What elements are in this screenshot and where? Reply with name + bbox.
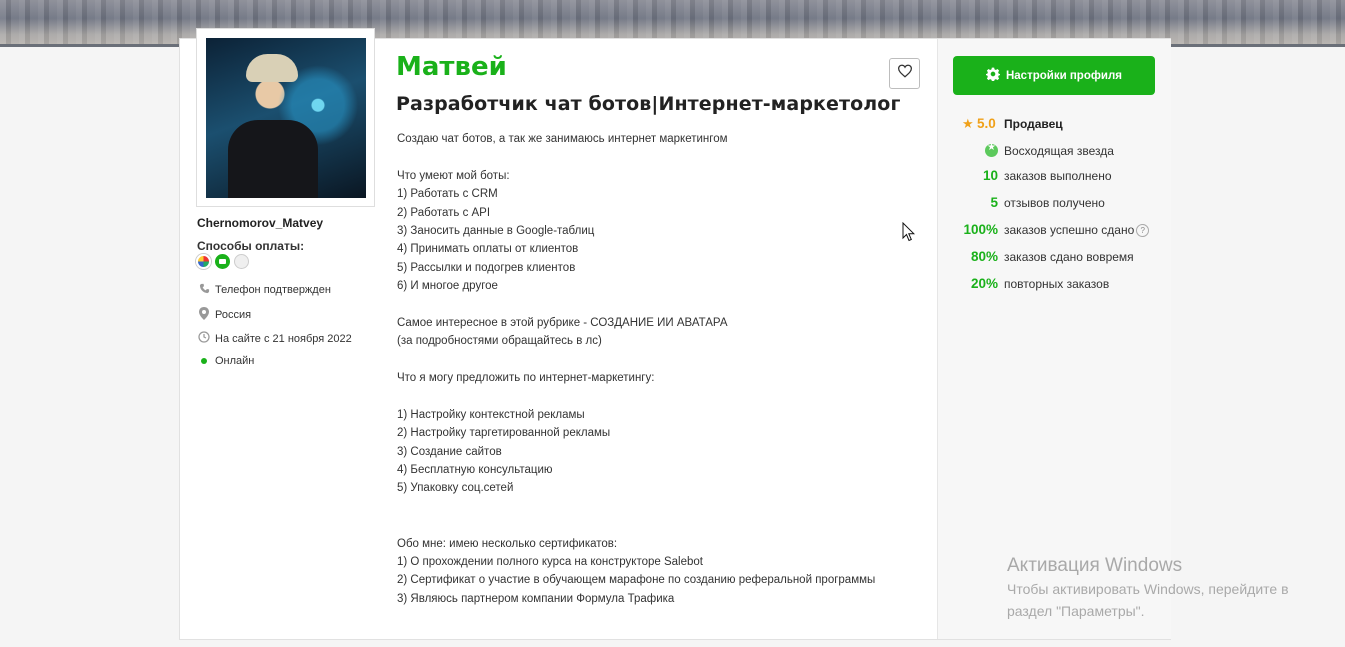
stat-value: 10 [982, 168, 998, 183]
rating-row: ★ 5.0 Продавец [953, 116, 1163, 134]
description-line: 2) Настройку таргетированной рекламы [397, 427, 611, 440]
windows-activation-watermark: Активация Windows Чтобы активировать Win… [1007, 555, 1289, 621]
stat-value: 100% [963, 222, 998, 237]
description-line: 6) И многое другое [397, 280, 498, 293]
description-line: 1) Настройку контекстной рекламы [397, 408, 585, 421]
description-line: 5) Упаковку соц.сетей [397, 482, 514, 495]
description-line: Самое интересное в этой рубрике - СОЗДАН… [397, 316, 728, 329]
stat-label: отзывов получено [1004, 196, 1105, 210]
description-line: Создаю чат ботов, а так же занимаюсь инт… [397, 133, 728, 145]
info-since: На сайте с 21 ноября 2022 [198, 331, 352, 346]
description-line: 3) Заносить данные в Google-таблиц [397, 224, 595, 237]
profile-description: Создаю чат ботов, а так же занимаюсь инт… [397, 130, 875, 608]
description-line: 1) Работать с CRM [397, 188, 498, 201]
watermark-title: Активация Windows [1007, 555, 1183, 576]
description-line [397, 498, 875, 516]
description-line [397, 516, 875, 534]
stat-label: заказов успешно сдано? [1004, 223, 1150, 238]
description-line: 2) Сертификат о участие в обучающем мара… [397, 574, 876, 587]
description-line: 4) Бесплатную консультацию [397, 464, 553, 477]
description-line: Что я могу предложить по интернет-маркет… [397, 372, 655, 385]
stat-value: 5 [990, 195, 998, 210]
star-icon: ★ [962, 116, 974, 131]
description-line: Обо мне: имею несколько сертификатов: [397, 537, 618, 550]
avatar [206, 38, 366, 198]
location-pin-icon [198, 307, 210, 323]
description-line: 1) О прохождении полного курса на констр… [397, 555, 703, 568]
rating-value: 5.0 [977, 116, 996, 131]
watermark-line: Чтобы активировать Windows, перейдите в [1007, 581, 1289, 597]
description-line [397, 148, 875, 166]
stat-row: 80% заказов сдано вовремя [953, 249, 1163, 267]
stat-row: 10 заказов выполнено [953, 168, 1163, 186]
badge-row: Восходящая звезда [953, 142, 1163, 161]
online-dot-icon [198, 355, 210, 367]
mouse-cursor-icon [902, 221, 916, 247]
info-status: Онлайн [198, 355, 254, 367]
favorite-button[interactable] [889, 58, 920, 89]
payment-methods [196, 254, 249, 269]
other-payment-icon [234, 254, 249, 269]
gear-icon [985, 67, 1000, 84]
description-line: Что умеют мой боты: [397, 169, 510, 182]
member-since-text: На сайте с 21 ноября 2022 [215, 332, 352, 345]
username: Chernomorov_Matvey [197, 216, 324, 230]
description-line: 3) Создание сайтов [397, 445, 502, 458]
description-line: 3) Являюсь партнером компании Формула Тр… [397, 592, 675, 605]
profile-settings-label: Настройки профиля [1005, 69, 1122, 82]
rating-label: Продавец [1004, 117, 1063, 131]
profile-headline: Разработчик чат ботов|Интернет-маркетоло… [396, 93, 901, 115]
description-line: 5) Рассылки и подогрев клиентов [397, 261, 576, 274]
watermark-line: раздел "Параметры". [1007, 603, 1145, 619]
stat-value: 80% [970, 249, 998, 264]
heart-icon [897, 64, 913, 83]
profile-name: Матвей [396, 52, 507, 82]
payment-methods-label: Способы оплаты: [197, 239, 305, 253]
stat-value: 20% [970, 276, 998, 291]
info-country: Россия [198, 307, 251, 323]
stat-label: повторных заказов [1004, 277, 1110, 291]
clock-icon [198, 331, 210, 346]
stat-label: заказов выполнено [1004, 169, 1112, 183]
stat-row: 20% повторных заказов [953, 276, 1163, 294]
wallet-payment-icon [215, 254, 230, 269]
description-line: 4) Принимать оплаты от клиентов [397, 243, 579, 256]
phone-icon [198, 283, 210, 297]
help-icon[interactable]: ? [1136, 224, 1150, 238]
avatar-frame [196, 28, 375, 207]
online-status-text: Онлайн [215, 355, 255, 367]
stat-label: заказов сдано вовремя [1004, 250, 1134, 264]
description-line: (за подробностями обращайтесь в лс) [397, 335, 602, 348]
description-line: 2) Работать с API [397, 206, 491, 219]
card-payment-icon [196, 254, 211, 269]
rising-star-icon [985, 142, 998, 157]
phone-verified-text: Телефон подтвержден [215, 284, 331, 296]
description-line [397, 387, 875, 405]
description-line [397, 351, 875, 369]
stat-row: 100% заказов успешно сдано? [953, 222, 1163, 240]
badge-label: Восходящая звезда [1004, 144, 1114, 158]
country-text: Россия [215, 309, 252, 321]
description-line [397, 296, 875, 314]
profile-settings-button[interactable]: Настройки профиля [953, 56, 1155, 95]
info-phone: Телефон подтвержден [198, 283, 331, 297]
stat-row: 5 отзывов получено [953, 195, 1163, 213]
